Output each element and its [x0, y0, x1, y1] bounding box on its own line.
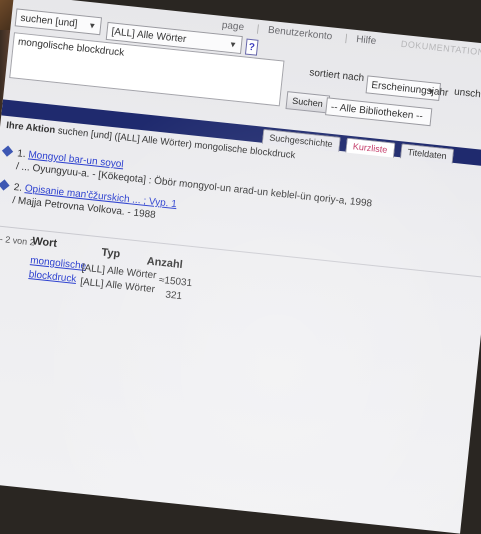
tab-title-data[interactable]: Titeldaten: [399, 143, 455, 164]
sort-select[interactable]: Erscheinungsjahr ▼: [365, 75, 449, 102]
result-list: 1. Mongyol bar-un soyol / ... Oyungyuu-a…: [0, 145, 462, 262]
library-select-value: -- Alle Bibliotheken --: [330, 101, 424, 123]
search-field-value: [ALL] Alle Wörter: [110, 26, 187, 46]
search-mode-select[interactable]: suchen [und] ▼: [14, 8, 103, 36]
nav-item-account[interactable]: Benutzerkonto: [267, 25, 332, 43]
column-header-count: Anzahl: [146, 255, 184, 272]
column-header-type: Typ: [100, 246, 121, 261]
word-link[interactable]: blockdruck: [28, 269, 77, 285]
browser-screen: page | Benutzerkonto | Hilfe DOKUMENTATI…: [0, 0, 481, 534]
chevron-down-icon: ▼: [228, 39, 238, 50]
diamond-icon: [0, 179, 10, 191]
word-count: 321: [164, 289, 183, 303]
word-count: ≈15031: [158, 274, 193, 290]
chevron-down-icon: ▼: [87, 20, 97, 31]
result-number: 2.: [13, 182, 23, 194]
sort-select-value: Erscheinungsjahr: [370, 79, 449, 99]
search-submit-button[interactable]: Suchen: [285, 91, 330, 114]
nav-separator: |: [256, 23, 260, 35]
search-mode-value: suchen [und]: [19, 12, 79, 30]
chevron-down-icon: ▼: [426, 86, 436, 97]
nav-separator: |: [344, 32, 349, 45]
nav-item-page[interactable]: page: [221, 20, 244, 33]
diamond-icon: [1, 145, 14, 157]
sort-label: sortiert nach: [308, 67, 365, 85]
library-select[interactable]: -- Alle Bibliotheken --: [325, 97, 433, 127]
truncated-label: unscha: [453, 86, 481, 101]
column-header-word: Wort: [31, 235, 58, 250]
faint-header-text: DOKUMENTATIONEN: [400, 38, 481, 59]
word-range-label: 1 - 2 von 2: [0, 233, 36, 248]
nav-item-help[interactable]: Hilfe: [356, 34, 377, 47]
help-button[interactable]: ?: [244, 38, 259, 56]
action-label: Ihre Aktion: [5, 119, 56, 137]
result-number: 1.: [16, 148, 27, 161]
tab-short-list[interactable]: Kurzliste: [345, 137, 396, 158]
